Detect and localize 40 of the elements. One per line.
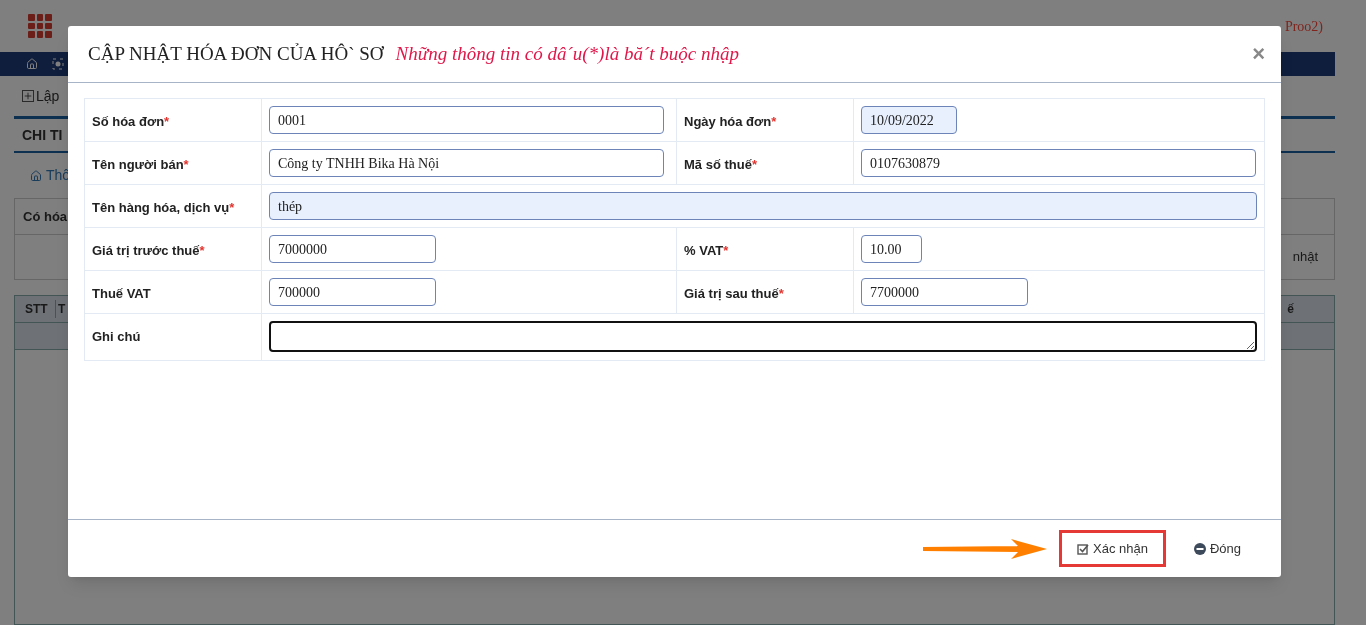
field-label: Ghi chú — [92, 329, 141, 344]
field-label: % VAT* — [684, 243, 729, 258]
field-label: Số hóa đơn* — [92, 114, 170, 129]
field-label: Tên hàng hóa, dịch vụ* — [92, 200, 235, 215]
required-note: Những thông tin có dâ´u(*)là bă´t buộc nhập — [395, 41, 739, 66]
field-label: Tên người bán* — [92, 157, 189, 172]
user-name: Proo2) — [1284, 17, 1323, 36]
input-field[interactable]: 10/09/2022 — [861, 106, 957, 134]
plus-icon[interactable] — [22, 90, 34, 102]
scan-icon[interactable] — [52, 58, 64, 71]
input-field[interactable]: thép — [269, 192, 1257, 220]
close-dialog-button[interactable]: Đóng — [1175, 530, 1259, 567]
filter-label: Có hóa — [23, 207, 68, 226]
field-label: Giá trị sau thuế* — [684, 286, 784, 301]
update-button[interactable]: nhật — [1292, 247, 1318, 267]
home-icon — [30, 169, 42, 182]
input-field[interactable]: 700000 — [269, 278, 436, 306]
checkbox-icon — [1077, 542, 1089, 555]
field-label: Thuế VAT — [92, 286, 151, 301]
input-field[interactable]: 10.00 — [861, 235, 922, 263]
apps-grid-icon[interactable] — [28, 14, 52, 39]
input-field[interactable]: 0107630879 — [861, 149, 1256, 177]
column-header: ế — [1287, 301, 1294, 318]
column-header: STT — [24, 301, 49, 318]
create-link[interactable]: Lập — [36, 85, 60, 107]
field-label: Mã số thuế* — [684, 157, 757, 172]
note-field[interactable] — [269, 321, 1257, 352]
home-icon[interactable] — [26, 58, 38, 71]
input-field[interactable]: Công ty TNHH Bika Hà Nội — [269, 149, 664, 177]
field-label: Ngày hóa đơn* — [684, 114, 777, 129]
dialog-title: CẬP NHẬT HÓA ĐƠN CỦA HÔ` SƠ — [88, 41, 384, 66]
section-title: CHI TI — [22, 125, 63, 145]
input-field[interactable]: 7700000 — [861, 278, 1028, 306]
close-button[interactable]: × — [1252, 43, 1265, 65]
input-field[interactable]: 0001 — [269, 106, 664, 134]
minus-circle-icon — [1193, 542, 1206, 555]
confirm-button[interactable]: Xác nhận — [1059, 530, 1166, 567]
column-header: T — [55, 300, 66, 318]
input-field[interactable]: 7000000 — [269, 235, 436, 263]
field-label: Giá trị trước thuế* — [92, 243, 205, 258]
